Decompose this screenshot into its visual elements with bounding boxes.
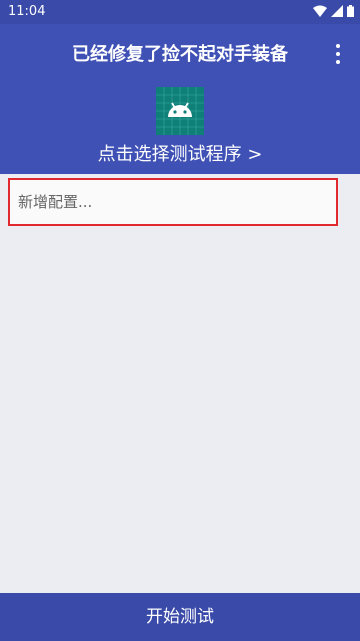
android-app-icon[interactable]: [156, 87, 204, 135]
app-header: 已经修复了捡不起对手装备 点击选择测试程序 >: [0, 24, 360, 174]
status-time: 11:04: [8, 4, 46, 19]
signal-icon: [331, 5, 343, 17]
battery-icon: [347, 5, 354, 17]
page-title: 已经修复了捡不起对手装备: [72, 44, 288, 65]
add-config-input[interactable]: [10, 180, 336, 224]
more-vert-icon: [336, 44, 340, 48]
more-options-button[interactable]: [330, 44, 346, 64]
config-input-container: [8, 178, 338, 226]
select-test-program-link[interactable]: 点击选择测试程序 >: [0, 140, 360, 166]
start-test-button[interactable]: 开始测试: [0, 593, 360, 641]
wifi-icon: [313, 5, 327, 17]
status-icons: [313, 5, 354, 17]
status-bar: 11:04: [0, 0, 360, 24]
